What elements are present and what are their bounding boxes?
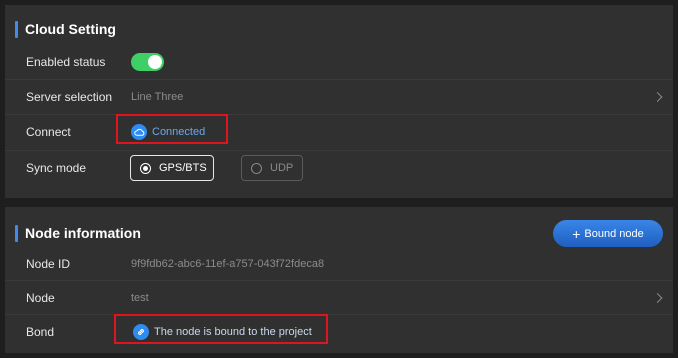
radio-unselected-icon <box>251 162 262 174</box>
chevron-right-icon[interactable] <box>652 293 663 303</box>
section-accent-bar <box>15 20 18 38</box>
bond-label: Bond <box>26 325 55 339</box>
node-id-label: Node ID <box>26 257 71 271</box>
bond-row: Bond The node is bound to the project <box>5 315 673 349</box>
enabled-status-label: Enabled status <box>26 55 106 69</box>
toggle-knob <box>148 55 162 69</box>
highlight-box-bond <box>114 314 328 344</box>
highlight-box-connect <box>116 114 228 144</box>
section-accent-bar <box>15 224 18 242</box>
plus-icon: + <box>572 225 581 242</box>
node-value: test <box>131 292 149 304</box>
radio-selected-icon <box>140 162 151 174</box>
chevron-right-icon[interactable] <box>652 92 663 102</box>
bound-node-button-label: Bound node <box>584 227 644 240</box>
sync-mode-label: Sync mode <box>26 161 87 175</box>
cloud-setting-title: Cloud Setting <box>15 20 116 38</box>
connect-label: Connect <box>26 125 71 139</box>
node-information-title: Node information <box>15 224 141 242</box>
bound-node-button[interactable]: + Bound node <box>553 220 663 247</box>
enabled-status-row: Enabled status <box>5 45 673 79</box>
sync-mode-row: Sync mode GPS/BTS UDP <box>5 151 673 185</box>
node-id-row: Node ID 9f9fdb62-abc6-11ef-a757-043f72fd… <box>5 247 673 281</box>
node-information-panel: Node information + Bound node Node ID 9f… <box>5 207 673 353</box>
server-selection-label: Server selection <box>26 90 113 104</box>
node-label: Node <box>26 291 55 305</box>
node-row[interactable]: Node test <box>5 281 673 315</box>
sync-mode-option-udp[interactable]: UDP <box>241 155 303 181</box>
connect-row: Connect Connected <box>5 115 673 149</box>
sync-mode-option-label: UDP <box>270 162 294 174</box>
cloud-setting-panel: Cloud Setting Enabled status Server sele… <box>5 5 673 198</box>
node-id-value: 9f9fdb62-abc6-11ef-a757-043f72fdeca8 <box>131 258 325 270</box>
enabled-status-toggle[interactable] <box>131 53 164 71</box>
server-selection-value: Line Three <box>131 91 184 103</box>
sync-mode-option-gps-bts[interactable]: GPS/BTS <box>130 155 214 181</box>
server-selection-row[interactable]: Server selection Line Three <box>5 80 673 114</box>
node-information-title-text: Node information <box>25 225 141 241</box>
cloud-setting-title-text: Cloud Setting <box>25 21 116 37</box>
sync-mode-option-label: GPS/BTS <box>159 162 207 174</box>
